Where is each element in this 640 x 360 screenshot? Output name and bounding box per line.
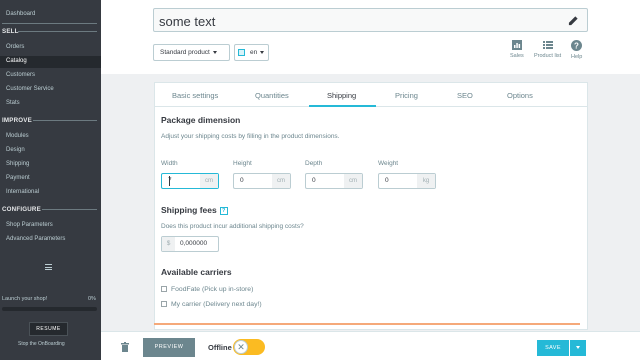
help-badge-icon[interactable]: ? xyxy=(219,206,228,215)
weight-input[interactable]: 0 kg xyxy=(378,173,436,189)
sidebar-item-payment[interactable]: Payment xyxy=(6,175,30,181)
onboarding-progress-bar xyxy=(2,307,97,311)
sidebar-section-improve: IMPROVE xyxy=(2,117,32,124)
online-toggle[interactable]: ✕ xyxy=(233,339,265,355)
active-tab-indicator xyxy=(309,105,376,107)
sidebar: Dashboard SELL Orders Catalog Customers … xyxy=(0,0,101,360)
height-unit: cm xyxy=(272,174,290,188)
available-carriers-title: Available carriers xyxy=(161,267,232,277)
stop-onboarding-link[interactable]: Stop the OnBoarding xyxy=(18,341,65,347)
depth-label: Depth xyxy=(305,160,323,167)
shipping-fees-question: Does this product incur additional shipp… xyxy=(161,223,304,230)
carrier-label: FoodFate (Pick up in-store) xyxy=(171,286,254,293)
currency-prefix: $ xyxy=(162,237,175,251)
shipping-fees-title: Shipping fees? xyxy=(161,205,228,215)
height-input[interactable]: 0 cm xyxy=(233,173,291,189)
language-flag-icon xyxy=(238,49,245,56)
weight-label: Weight xyxy=(378,160,399,167)
close-icon: ✕ xyxy=(234,340,248,354)
depth-input[interactable]: 0 cm xyxy=(305,173,363,189)
sidebar-divider xyxy=(42,209,97,210)
product-type-select[interactable]: Standard product xyxy=(153,44,230,61)
product-tabs: Basic settings Quantities Shipping Prici… xyxy=(155,83,587,107)
product-header: some text Standard product en Sales Prod… xyxy=(101,0,640,74)
weight-value: 0 xyxy=(385,177,389,184)
help-label: Help xyxy=(571,54,583,60)
carrier-option[interactable]: My carrier (Delivery next day!) xyxy=(161,301,262,308)
tab-shipping[interactable]: Shipping xyxy=(327,91,356,100)
depth-unit: cm xyxy=(344,174,362,188)
help-button[interactable]: ? Help xyxy=(571,40,582,60)
bar-chart-icon xyxy=(511,40,522,50)
onboarding-percent: 0% xyxy=(88,296,96,302)
height-label: Height xyxy=(233,160,252,167)
menu-collapse-icon[interactable] xyxy=(45,264,52,270)
chevron-down-icon xyxy=(576,346,580,349)
sidebar-section-configure: CONFIGURE xyxy=(2,206,41,213)
sidebar-item-orders[interactable]: Orders xyxy=(6,44,24,50)
sidebar-item-international[interactable]: International xyxy=(6,189,39,195)
tab-options[interactable]: Options xyxy=(507,91,533,100)
height-value: 0 xyxy=(240,177,244,184)
checkbox[interactable] xyxy=(161,286,167,293)
sidebar-divider xyxy=(33,120,97,121)
width-input[interactable]: 7 cm xyxy=(161,173,219,189)
card-bottom-edge xyxy=(154,323,580,325)
sidebar-item-modules[interactable]: Modules xyxy=(6,133,29,139)
sidebar-divider xyxy=(18,31,97,32)
shipping-fee-input[interactable]: $ 0,000000 xyxy=(161,236,219,252)
chevron-down-icon xyxy=(212,50,217,54)
sales-label: Sales xyxy=(510,53,524,59)
package-dimension-title: Package dimension xyxy=(161,115,241,125)
preview-button[interactable]: PREVIEW xyxy=(143,338,195,357)
help-icon: ? xyxy=(571,40,583,51)
product-list-button[interactable]: Product list xyxy=(534,40,561,59)
save-button[interactable]: SAVE xyxy=(537,340,569,356)
tab-pricing[interactable]: Pricing xyxy=(395,91,418,100)
width-unit: cm xyxy=(200,174,218,188)
text-cursor-icon xyxy=(169,176,170,186)
sidebar-divider xyxy=(2,23,97,24)
pencil-icon[interactable] xyxy=(568,15,579,26)
svg-text:?: ? xyxy=(574,41,579,50)
sidebar-section-sell: SELL xyxy=(2,28,19,35)
language-select[interactable]: en xyxy=(234,44,269,61)
sidebar-item-advanced-parameters[interactable]: Advanced Parameters xyxy=(6,236,65,242)
trash-icon[interactable] xyxy=(121,342,129,352)
carrier-label: My carrier (Delivery next day!) xyxy=(171,301,262,308)
sidebar-item-design[interactable]: Design xyxy=(6,147,25,153)
onboarding-label: Launch your shop! xyxy=(2,296,48,302)
language-value: en xyxy=(250,49,258,56)
package-dimension-help: Adjust your shipping costs by filling in… xyxy=(161,133,340,140)
product-list-label: Product list xyxy=(534,53,562,59)
status-label: Offline xyxy=(208,343,232,352)
tab-basic-settings[interactable]: Basic settings xyxy=(172,91,218,100)
product-footer: PREVIEW Offline ✕ SAVE xyxy=(101,331,640,360)
tab-quantities[interactable]: Quantities xyxy=(255,91,289,100)
sidebar-item-customers[interactable]: Customers xyxy=(6,72,35,78)
product-name-input[interactable]: some text xyxy=(153,8,588,32)
sidebar-item-catalog[interactable]: Catalog xyxy=(6,58,27,64)
sidebar-item-shipping[interactable]: Shipping xyxy=(6,161,29,167)
sidebar-item-customer-service[interactable]: Customer Service xyxy=(6,86,54,92)
width-label: Width xyxy=(161,160,178,167)
product-name-value: some text xyxy=(159,14,216,29)
list-icon xyxy=(542,41,553,49)
save-options-button[interactable] xyxy=(570,340,586,356)
sidebar-item-stats[interactable]: Stats xyxy=(6,100,20,106)
sidebar-item-dashboard[interactable]: Dashboard xyxy=(6,11,35,17)
resume-button[interactable]: RESUME xyxy=(29,322,68,336)
sidebar-item-shop-parameters[interactable]: Shop Parameters xyxy=(6,222,53,228)
checkbox[interactable] xyxy=(161,301,167,308)
sales-button[interactable]: Sales xyxy=(510,40,524,59)
chevron-down-icon xyxy=(260,50,265,54)
depth-value: 0 xyxy=(312,177,316,184)
shipping-fee-value: 0,000000 xyxy=(180,240,208,247)
product-type-value: Standard product xyxy=(160,49,210,56)
shipping-fees-label: Shipping fees xyxy=(161,205,217,215)
product-form-card: Basic settings Quantities Shipping Prici… xyxy=(154,82,588,330)
carrier-option[interactable]: FoodFate (Pick up in-store) xyxy=(161,286,253,293)
weight-unit: kg xyxy=(417,174,435,188)
tab-seo[interactable]: SEO xyxy=(457,91,473,100)
